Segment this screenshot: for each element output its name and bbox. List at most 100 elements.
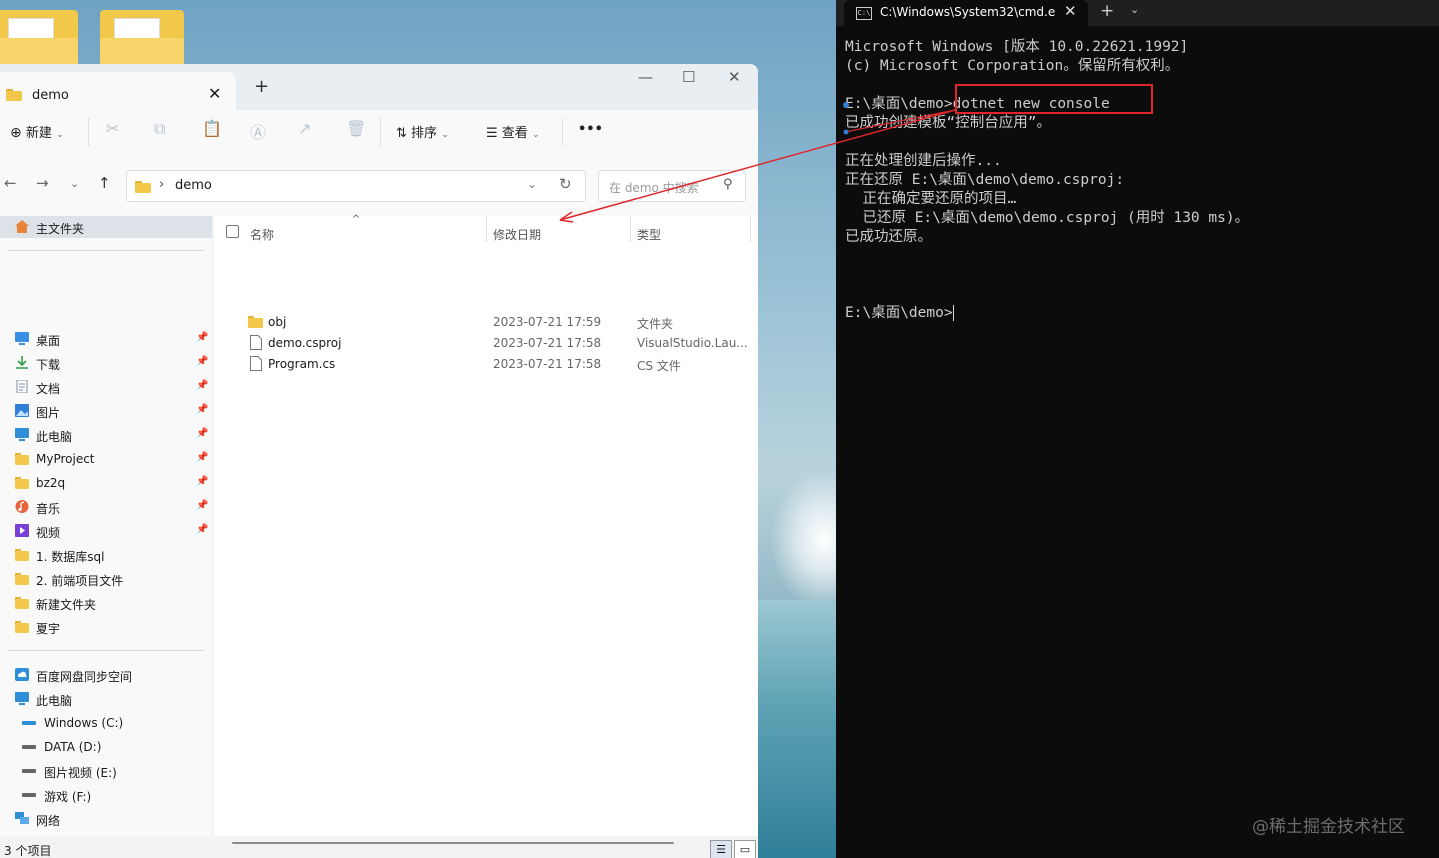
sidebar-item[interactable]: 图片 📌 — [0, 400, 212, 422]
paste-icon[interactable]: 📋 — [202, 119, 222, 138]
up-arrow-icon[interactable]: ↑ — [98, 174, 111, 192]
column-divider[interactable] — [630, 216, 631, 242]
item-count: 3 个项目 — [4, 844, 52, 858]
file-row[interactable]: obj 2023-07-21 17:59 文件夹 — [214, 312, 758, 333]
back-arrow-icon[interactable]: ← — [4, 174, 17, 192]
sidebar-item[interactable]: 图片视频 (E:) — [0, 760, 212, 782]
breadcrumb-current[interactable]: demo — [175, 178, 212, 193]
sidebar-item[interactable]: 下载 📌 — [0, 352, 212, 374]
address-bar[interactable]: › demo ⌄ ↻ — [126, 170, 586, 202]
folder-icon — [15, 477, 29, 489]
folder-icon — [15, 453, 29, 465]
pin-icon[interactable]: 📌 — [196, 524, 208, 535]
sidebar-item-label: 夏宇 — [36, 622, 61, 636]
column-header-name[interactable]: 名称 — [250, 226, 274, 243]
file-type: 文件夹 — [637, 317, 674, 331]
pin-icon[interactable]: 📌 — [196, 428, 208, 439]
view-list-icon: ☰ — [486, 126, 498, 141]
minimize-button[interactable]: — — [638, 68, 653, 86]
search-icon[interactable]: ⚲ — [723, 177, 733, 192]
column-header-type[interactable]: 类型 — [637, 226, 661, 243]
drive-icon — [22, 769, 36, 773]
file-row[interactable]: Program.cs 2023-07-21 17:58 CS 文件 — [214, 354, 758, 375]
music-icon — [15, 500, 29, 513]
folder-icon — [15, 597, 29, 609]
sidebar-item[interactable]: 夏宇 — [0, 616, 212, 638]
home-icon — [15, 220, 29, 233]
new-button[interactable]: ⊕ 新建 ⌄ — [10, 122, 64, 141]
folder-icon — [248, 316, 263, 328]
cut-icon[interactable]: ✂ — [106, 119, 119, 138]
file-row[interactable]: demo.csproj 2023-07-21 17:58 VisualStudio.… — [214, 333, 758, 354]
sidebar-item[interactable]: 百度网盘同步空间 — [0, 664, 212, 686]
close-tab-icon[interactable]: ✕ — [1064, 2, 1077, 20]
video-icon — [15, 524, 29, 537]
explorer-titlebar: demo ✕ + — ☐ ✕ — [0, 64, 758, 110]
sidebar-item[interactable]: MyProject 📌 — [0, 448, 212, 470]
maximize-button[interactable]: ☐ — [682, 68, 695, 86]
terminal-line: 已成功创建模板“控制台应用”。 — [845, 115, 1051, 131]
tab-label: demo — [32, 88, 69, 103]
picture-icon — [15, 404, 29, 417]
sidebar-item[interactable]: 桌面 📌 — [0, 328, 212, 350]
share-icon[interactable]: ↗ — [298, 119, 311, 138]
close-window-button[interactable]: ✕ — [728, 68, 741, 86]
sidebar-item-label: 百度网盘同步空间 — [36, 670, 133, 684]
column-divider[interactable] — [486, 216, 487, 242]
sidebar-item[interactable]: 视频 📌 — [0, 520, 212, 542]
sidebar-item[interactable]: 音乐 📌 — [0, 496, 212, 518]
column-divider[interactable] — [750, 216, 751, 242]
pin-icon[interactable]: 📌 — [196, 452, 208, 463]
tiles-view-button[interactable]: ▭ — [734, 840, 756, 858]
file-type: VisualStudio.Lau... — [637, 336, 748, 350]
desktop-folder-icon[interactable] — [0, 4, 78, 66]
new-tab-button[interactable]: + — [254, 76, 269, 97]
details-view-button[interactable]: ☰ — [710, 840, 732, 858]
pin-icon[interactable]: 📌 — [196, 380, 208, 391]
sidebar-item[interactable]: 1. 数据库sql — [0, 544, 212, 566]
select-all-checkbox[interactable] — [226, 225, 239, 241]
terminal-line: 正在确定要还原的项目… — [845, 191, 1017, 207]
sidebar-item[interactable]: 此电脑 📌 — [0, 424, 212, 446]
column-header-modified[interactable]: 修改日期 — [493, 226, 541, 243]
sidebar-item-label: 视频 — [36, 526, 61, 540]
scrollbar-thumb[interactable] — [232, 842, 674, 844]
new-tab-button[interactable]: + — [1100, 1, 1114, 21]
pin-icon[interactable]: 📌 — [196, 404, 208, 415]
delete-icon[interactable]: 🗑 — [346, 119, 366, 138]
sidebar-item[interactable]: Windows (C:) — [0, 712, 212, 734]
sort-button[interactable]: ⇅ 排序 ⌄ — [396, 122, 449, 141]
plus-circle-icon: ⊕ — [10, 125, 22, 141]
pin-icon[interactable]: 📌 — [196, 476, 208, 487]
sidebar-item[interactable]: 新建文件夹 — [0, 592, 212, 614]
desktop-folder-icon[interactable] — [100, 4, 184, 66]
sidebar-item[interactable]: DATA (D:) — [0, 736, 212, 758]
rename-icon[interactable]: Ⓐ — [250, 119, 266, 143]
more-options-button[interactable]: ••• — [578, 122, 603, 137]
sidebar-item[interactable]: bz2q 📌 — [0, 472, 212, 494]
sidebar-item[interactable]: 文档 📌 — [0, 376, 212, 398]
close-tab-icon[interactable]: ✕ — [208, 84, 221, 103]
explorer-tab[interactable]: demo ✕ — [0, 72, 236, 110]
tab-dropdown-icon[interactable]: ⌄ — [1130, 3, 1139, 16]
copy-icon[interactable]: ⧉ — [154, 119, 165, 139]
search-box[interactable]: 在 demo 中搜索 ⚲ — [598, 170, 746, 202]
forward-arrow-icon[interactable]: → — [36, 174, 49, 192]
pin-icon[interactable]: 📌 — [196, 500, 208, 511]
terminal-line: 正在还原 E:\桌面\demo\demo.csproj: — [845, 172, 1125, 188]
terminal-tab[interactable]: C:\ C:\Windows\System32\cmd.e ✕ — [844, 0, 1088, 26]
horizontal-scrollbar[interactable] — [214, 836, 758, 858]
sidebar-item[interactable]: 2. 前端项目文件 — [0, 568, 212, 590]
sidebar-item[interactable]: 游戏 (F:) — [0, 784, 212, 806]
cmd-icon: C:\ — [856, 7, 872, 20]
pin-icon[interactable]: 📌 — [196, 356, 208, 367]
sidebar-item[interactable]: 网络 — [0, 808, 212, 830]
address-dropdown-icon[interactable]: ⌄ — [527, 177, 537, 191]
refresh-icon[interactable]: ↻ — [559, 175, 572, 193]
pin-icon[interactable]: 📌 — [196, 332, 208, 343]
recent-locations-chevron-icon[interactable]: ⌄ — [70, 177, 79, 190]
sidebar-item-label: 2. 前端项目文件 — [36, 574, 124, 588]
view-button[interactable]: ☰ 查看 ⌄ — [486, 122, 540, 141]
sidebar-item[interactable]: 此电脑 — [0, 688, 212, 710]
sidebar-item-home[interactable]: 主文件夹 — [0, 216, 212, 238]
